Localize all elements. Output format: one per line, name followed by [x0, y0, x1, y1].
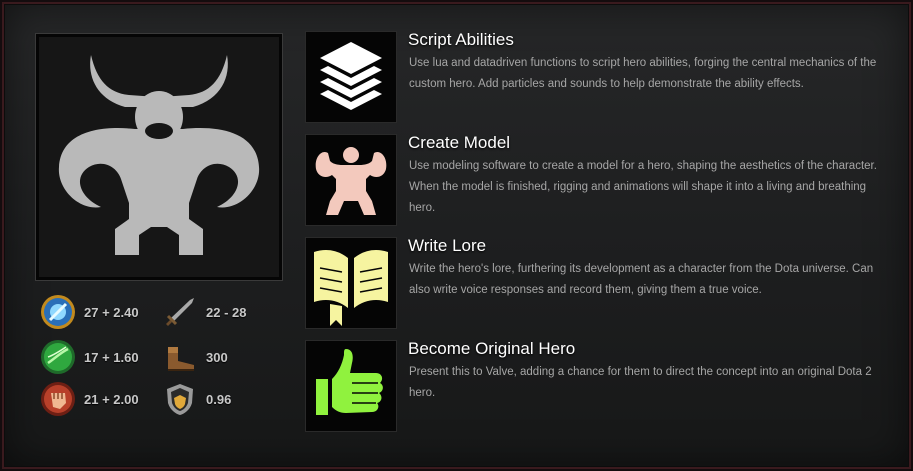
intelligence-icon — [41, 295, 75, 329]
agility-icon — [41, 340, 75, 374]
stacked-layers-icon — [320, 42, 382, 110]
strength-stat: 21 + 2.00 — [40, 381, 139, 417]
step-title: Become Original Hero — [408, 339, 576, 358]
agility-value: 17 + 1.60 — [84, 349, 139, 365]
step-title: Create Model — [408, 133, 511, 152]
damage-value: 22 - 28 — [206, 304, 247, 320]
horned-hero-icon — [58, 55, 260, 255]
open-book-icon — [314, 250, 388, 326]
intelligence-stat: 27 + 2.40 — [40, 294, 139, 330]
step-description: Use modeling software to create a model … — [409, 160, 877, 214]
step-description: Write the hero's lore, furthering its de… — [409, 263, 874, 296]
strength-value: 21 + 2.00 — [84, 391, 139, 407]
hero-portrait — [36, 34, 282, 280]
bodybuilder-icon — [315, 147, 387, 215]
damage-stat: 22 - 28 — [162, 294, 246, 330]
step-tile — [306, 135, 396, 225]
armor-stat: 0.96 — [162, 381, 231, 417]
hero-creation-panel: 27 + 2.40 22 - 28 17 + 1.60 300 21 + 2.0… — [2, 2, 911, 469]
step-description: Use lua and datadriven functions to scri… — [409, 57, 877, 90]
intelligence-value: 27 + 2.40 — [84, 304, 139, 320]
movespeed-stat: 300 — [162, 339, 228, 375]
armor-value: 0.96 — [206, 391, 232, 407]
agility-stat: 17 + 1.60 — [40, 339, 139, 375]
step-title: Write Lore — [408, 236, 487, 255]
fist-icon — [41, 382, 75, 416]
step-tile — [306, 32, 396, 122]
step-tile — [306, 341, 396, 431]
boots-icon — [168, 347, 194, 371]
thumbs-up-icon — [316, 349, 383, 415]
movespeed-value: 300 — [206, 349, 228, 365]
shield-icon — [167, 384, 193, 415]
step-title: Script Abilities — [408, 30, 514, 49]
step-tile — [306, 238, 396, 328]
sword-icon — [166, 298, 194, 326]
step-description: Present this to Valve, adding a chance f… — [409, 366, 872, 399]
